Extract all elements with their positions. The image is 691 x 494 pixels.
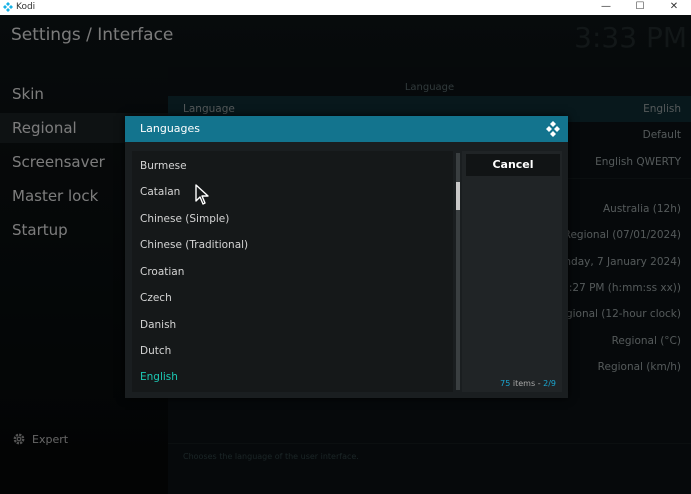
list-item-croatian[interactable]: Croatian xyxy=(132,259,453,285)
dialog-header: Languages xyxy=(125,116,568,142)
window-titlebar: Kodi — ☐ ✕ xyxy=(0,0,691,15)
list-item-burmese[interactable]: Burmese xyxy=(132,153,453,179)
cancel-button[interactable]: Cancel xyxy=(466,154,560,176)
close-button[interactable]: ✕ xyxy=(657,0,691,15)
window-title: Kodi xyxy=(16,2,36,12)
mouse-cursor-icon xyxy=(195,184,209,205)
kodi-logo-icon xyxy=(546,121,560,137)
language-list[interactable]: Burmese Catalan Chinese (Simple) Chinese… xyxy=(132,151,453,392)
kodi-icon xyxy=(3,2,13,12)
list-item-danish[interactable]: Danish xyxy=(132,312,453,338)
items-label: items - xyxy=(510,379,544,388)
maximize-button[interactable]: ☐ xyxy=(623,0,657,15)
items-count: 75 items - 2/9 xyxy=(500,379,556,388)
list-scrollbar[interactable] xyxy=(456,153,460,390)
minimize-button[interactable]: — xyxy=(589,0,623,15)
languages-dialog: Languages Burmese Catalan Chinese (Simpl… xyxy=(125,116,568,398)
list-item-chinese-simple[interactable]: Chinese (Simple) xyxy=(132,206,453,232)
list-item-catalan[interactable]: Catalan xyxy=(132,179,453,205)
items-total: 75 xyxy=(500,379,511,388)
list-item-dutch[interactable]: Dutch xyxy=(132,338,453,364)
dialog-button-panel: Cancel 75 items - 2/9 xyxy=(462,151,562,392)
page-indicator: 2/9 xyxy=(543,379,556,388)
list-item-chinese-traditional[interactable]: Chinese (Traditional) xyxy=(132,232,453,258)
list-item-czech[interactable]: Czech xyxy=(132,285,453,311)
list-item-english[interactable]: English xyxy=(132,364,453,390)
scrollbar-thumb[interactable] xyxy=(456,182,460,210)
dialog-title: Languages xyxy=(140,122,201,135)
